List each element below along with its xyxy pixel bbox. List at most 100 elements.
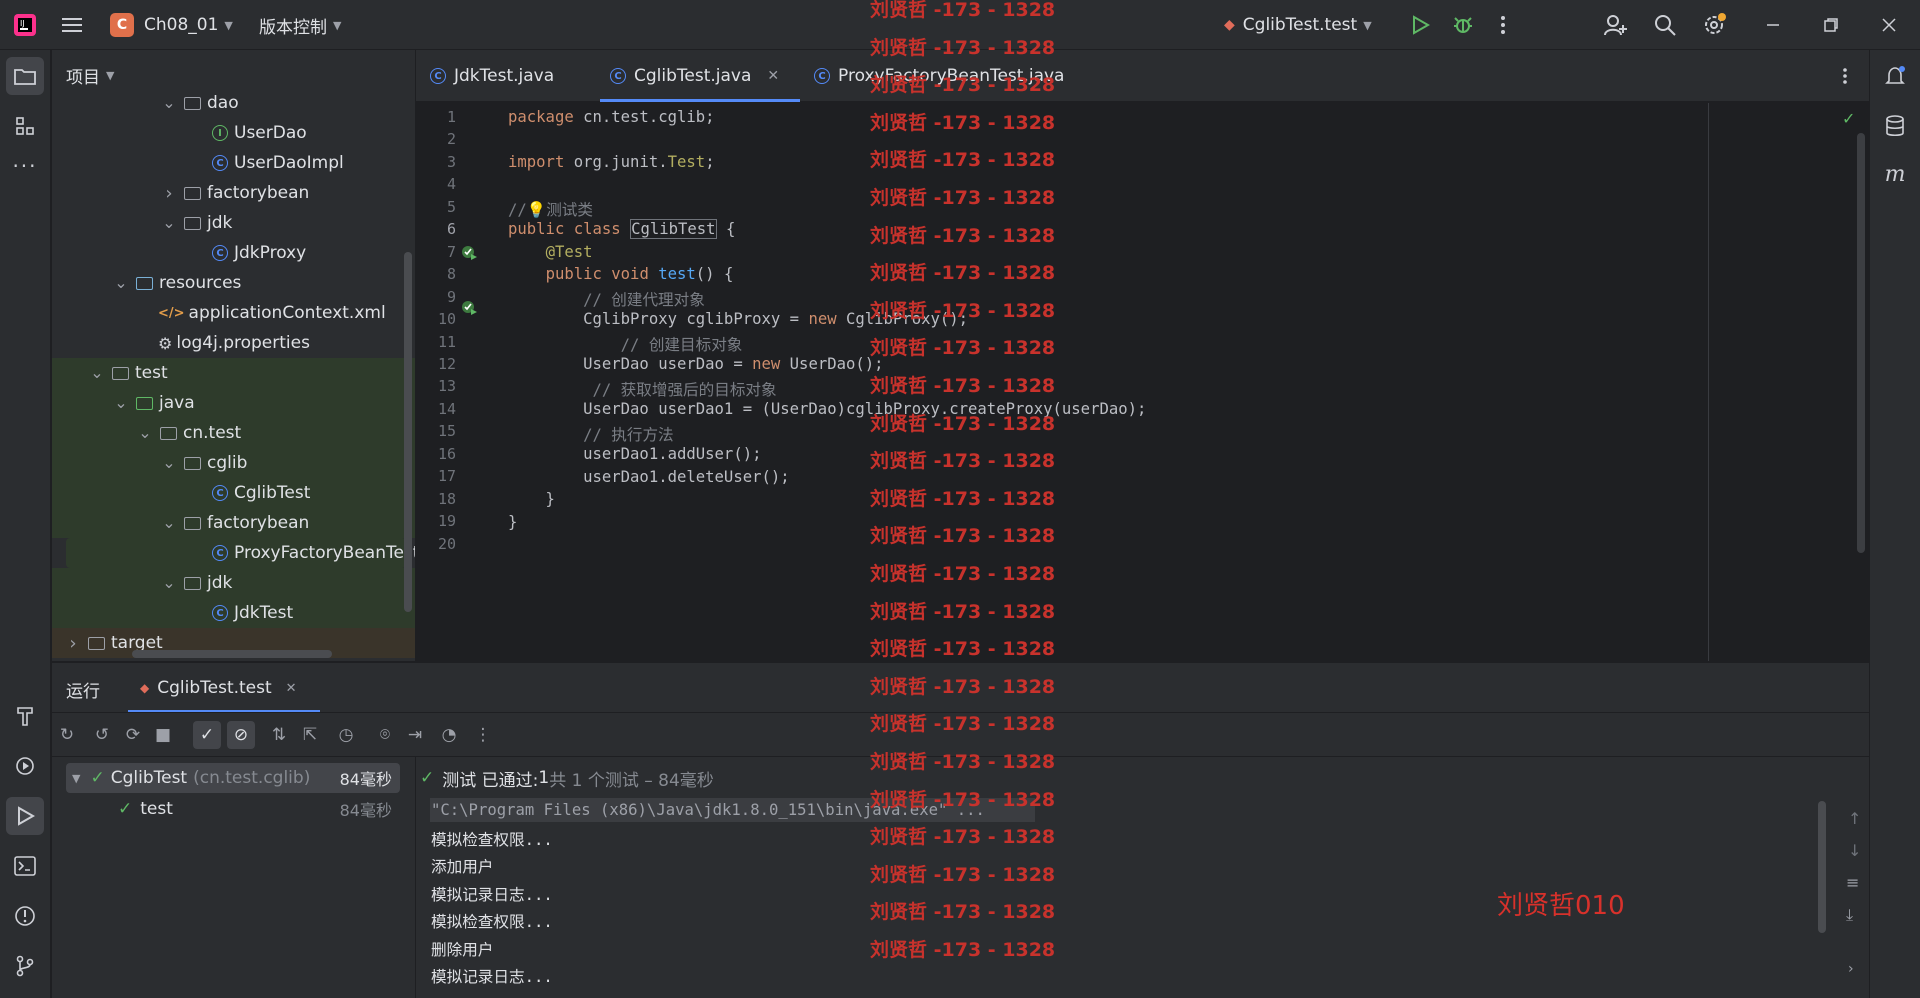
tree-item-jdk[interactable]: ⌄ jdk [52, 208, 415, 238]
project-scrollbar[interactable] [404, 252, 412, 612]
tree-item-factorybean[interactable]: › factorybean [52, 178, 415, 208]
more-options-icon[interactable]: ⋮ [472, 724, 494, 746]
test-root-row[interactable]: ▼ ✓ CglibTest (cn.test.cglib) 84毫秒 [66, 763, 400, 793]
tree-item-jdkproxy[interactable]: C JdkProxy [52, 238, 415, 268]
minimize-window-icon[interactable] [1766, 0, 1780, 50]
tree-item-log4j-properties[interactable]: ⚙ log4j.properties [52, 328, 415, 358]
chevron-down-icon[interactable]: ⌄ [162, 515, 176, 531]
chevron-down-icon[interactable]: ⌄ [138, 425, 152, 441]
more-actions-icon[interactable] [1500, 0, 1506, 50]
expand-right-icon[interactable]: › [1848, 961, 1854, 977]
export-camera-icon[interactable]: ⌾ [374, 724, 396, 746]
tree-item-cglibtest[interactable]: C CglibTest [52, 478, 415, 508]
chevron-down-icon[interactable]: ⌄ [162, 575, 176, 591]
tree-item-jdk[interactable]: ⌄ jdk [52, 568, 415, 598]
run-config-selector[interactable]: ◆ CglibTest.test ▼ [1224, 0, 1372, 50]
show-ignored-icon[interactable]: ⊘ [227, 721, 255, 749]
tree-item-factorybean[interactable]: ⌄ factorybean [52, 508, 415, 538]
chevron-down-icon[interactable]: ⌄ [114, 275, 128, 291]
tree-item-jdktest[interactable]: C JdkTest [52, 598, 415, 628]
search-icon[interactable] [1653, 0, 1677, 50]
restore-window-icon[interactable] [1824, 0, 1838, 50]
chevron-down-icon: ▼ [333, 18, 342, 32]
run-tab-cglibtest[interactable]: ◆ CglibTest.test ✕ [128, 663, 320, 713]
chevron-down-icon[interactable]: ⌄ [90, 365, 104, 381]
tree-item-userdaoimpl[interactable]: C UserDaoImpl [52, 148, 415, 178]
scroll-down-icon[interactable]: ↓ [1848, 841, 1861, 860]
app-logo-icon[interactable]: IJ [12, 0, 38, 50]
tree-item-dao[interactable]: ⌄ dao [52, 88, 415, 118]
debug-button[interactable] [1452, 0, 1474, 50]
chevron-down-icon[interactable]: ⌄ [162, 215, 176, 231]
close-tab-icon[interactable]: ✕ [767, 68, 779, 84]
run-test-gutter-icon[interactable] [460, 244, 478, 266]
services-tool-icon[interactable] [6, 747, 44, 785]
more-tools-icon[interactable]: ··· [6, 147, 44, 185]
database-tool-icon[interactable] [1876, 107, 1914, 145]
run-tool-icon[interactable] [6, 797, 44, 835]
tab-proxyfactorybeantest[interactable]: C ProxyFactoryBeanTest.java [814, 50, 1064, 102]
tree-item-cn-test[interactable]: ⌄ cn.test [52, 418, 415, 448]
vcs-menu[interactable]: 版本控制 ▼ [259, 0, 341, 50]
show-passed-icon[interactable]: ✓ [193, 721, 221, 749]
toggle-auto-test-icon[interactable]: ⟳ [122, 724, 144, 746]
project-tool-icon[interactable] [6, 57, 44, 95]
maven-tool-icon[interactable]: m [1876, 155, 1914, 193]
line-number: 2 [446, 130, 456, 149]
code-editor[interactable]: 1 2 3 4 5 6 7 8 9 10 11 12 13 14 15 16 17 18 19 20 package … [416, 103, 1869, 661]
scroll-to-end-icon[interactable]: ⤓ [1846, 905, 1853, 925]
rerun-icon[interactable]: ↻ [56, 724, 78, 746]
sort-alpha-icon[interactable]: ⇅ [268, 724, 290, 746]
run-test-gutter-icon[interactable] [460, 299, 478, 321]
problems-tool-icon[interactable] [6, 897, 44, 935]
project-switcher[interactable]: C Ch08_01 ▼ [110, 0, 233, 50]
run-button[interactable] [1410, 0, 1430, 50]
collapse-all-icon[interactable]: ⇱ [299, 724, 321, 746]
inspection-ok-icon[interactable]: ✓ [1842, 109, 1855, 128]
run-console[interactable]: ✓ 测试 已通过: 1 共 1 个测试 – 84毫秒 "C:\Program F… [416, 757, 1869, 998]
tab-jdktest[interactable]: C JdkTest.java [430, 50, 554, 102]
test-config-icon: ◆ [1224, 17, 1235, 33]
tree-item-label: dao [207, 93, 239, 113]
code-line: userDao1.deleteUser(); [508, 468, 790, 486]
editor-scrollbar[interactable] [1857, 133, 1865, 553]
code-line: UserDao userDao1 = (UserDao)cglibProxy.c… [508, 400, 1147, 418]
chevron-down-icon[interactable]: ⌄ [162, 95, 176, 111]
add-user-icon[interactable] [1603, 0, 1627, 50]
tree-item-applicationcontext-xml[interactable]: </> applicationContext.xml [52, 298, 415, 328]
folder-icon [184, 516, 201, 530]
chevron-right-icon[interactable]: › [162, 183, 176, 204]
main-menu-icon[interactable] [62, 0, 84, 50]
speed-gauge-icon[interactable]: ◔ [438, 724, 460, 746]
tree-item-resources[interactable]: ⌄ resources [52, 268, 415, 298]
rerun-failed-icon[interactable]: ↺ [91, 724, 113, 746]
stop-icon[interactable]: ■ [152, 724, 174, 746]
chevron-down-icon[interactable]: ⌄ [162, 455, 176, 471]
chevron-down-icon[interactable]: ⌄ [114, 395, 128, 411]
structure-tool-icon[interactable] [6, 107, 44, 145]
close-tab-icon[interactable]: ✕ [286, 681, 297, 696]
git-tool-icon[interactable] [6, 947, 44, 985]
tree-item-test[interactable]: ⌄ test [52, 358, 415, 388]
close-window-icon[interactable] [1882, 0, 1896, 50]
build-tool-icon[interactable] [6, 697, 44, 735]
tree-item-cglib[interactable]: ⌄ cglib [52, 448, 415, 478]
project-horizontal-scrollbar[interactable] [132, 650, 332, 658]
import-icon[interactable]: ⇥ [404, 724, 426, 746]
tab-options-icon[interactable] [1842, 50, 1848, 102]
notifications-bell-icon[interactable] [1876, 57, 1914, 95]
tree-item-java[interactable]: ⌄ java [52, 388, 415, 418]
intention-bulb-icon[interactable]: 💡 [527, 201, 546, 219]
console-scrollbar[interactable] [1818, 801, 1826, 933]
tree-item-proxyfactorybeantest[interactable]: C ProxyFactoryBeanTest [66, 538, 415, 568]
tree-item-userdao[interactable]: I UserDao [52, 118, 415, 148]
test-method-row[interactable]: ✓ test 84毫秒 [66, 794, 400, 824]
history-icon[interactable]: ◷ [335, 724, 357, 746]
test-results-tree: ▼ ✓ CglibTest (cn.test.cglib) 84毫秒 ✓ tes… [52, 757, 415, 998]
scroll-up-icon[interactable]: ↑ [1848, 809, 1861, 828]
soft-wrap-icon[interactable]: ≡ [1846, 873, 1859, 892]
terminal-tool-icon[interactable] [6, 847, 44, 885]
tab-cglibtest[interactable]: C CglibTest.java ✕ [600, 50, 800, 102]
chevron-right-icon[interactable]: › [66, 633, 80, 654]
settings-gear-icon[interactable] [1702, 0, 1728, 50]
